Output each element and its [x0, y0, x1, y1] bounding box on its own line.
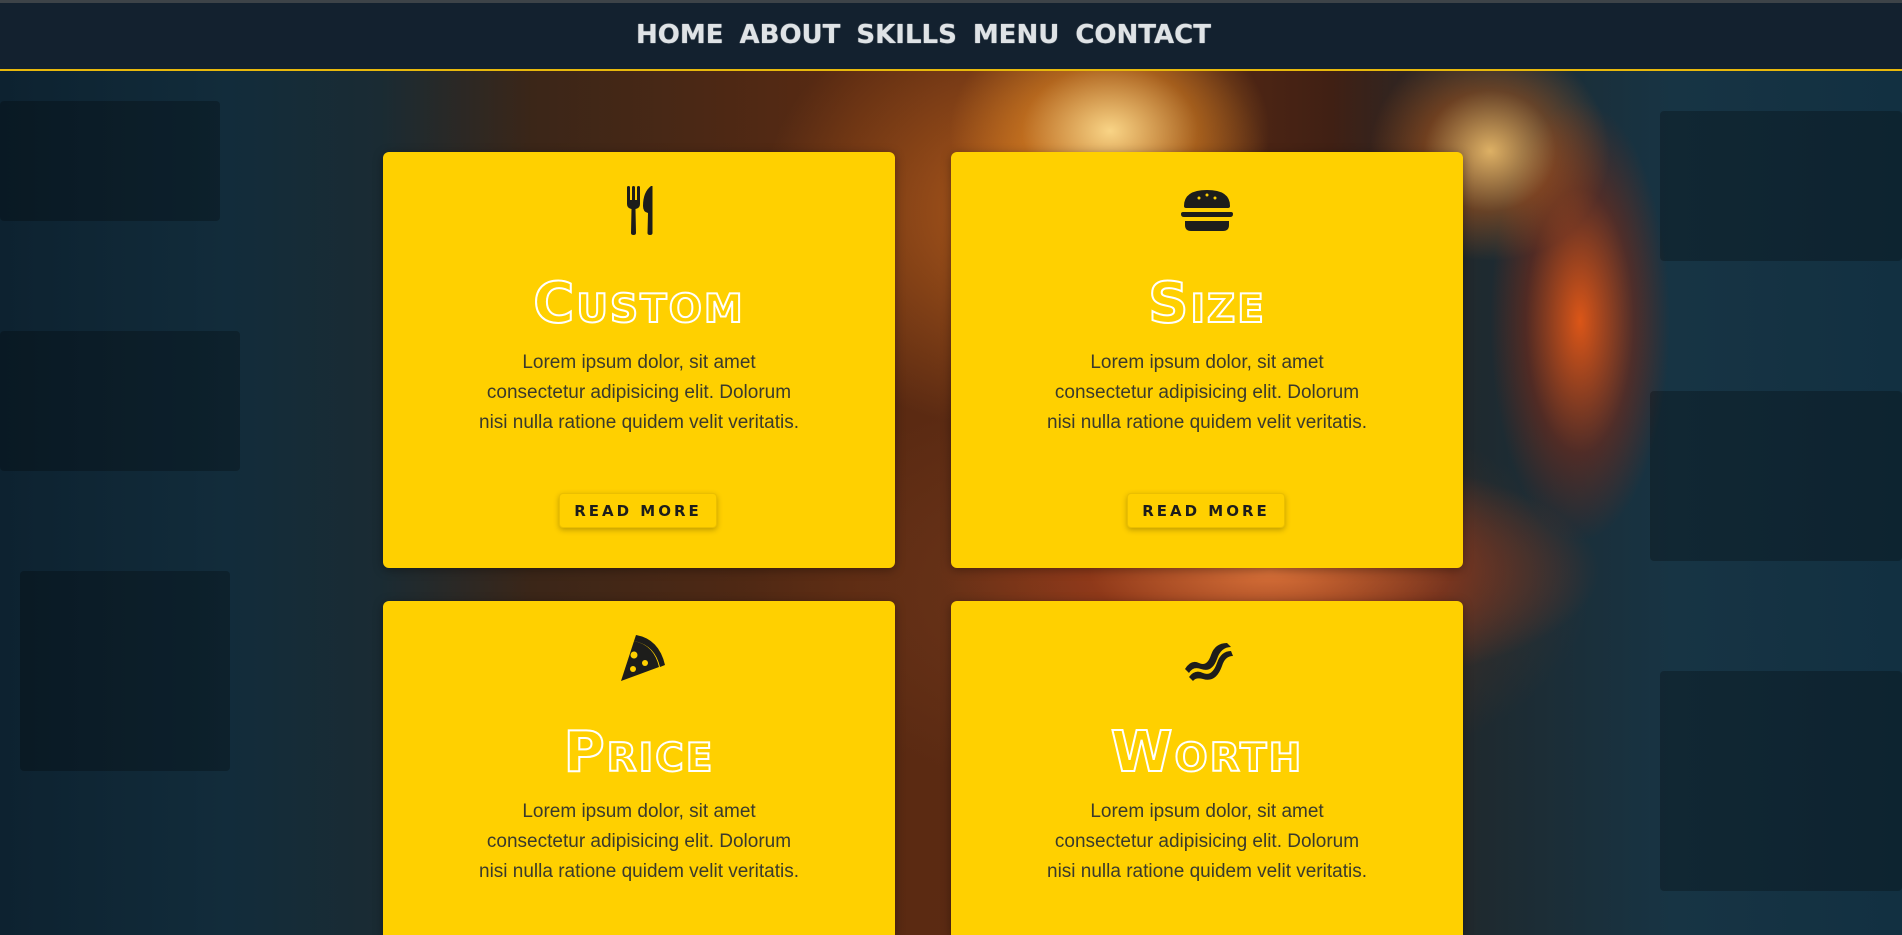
- nav-link-home[interactable]: HOME: [636, 20, 724, 50]
- card-title: Price: [563, 720, 715, 785]
- feature-card-custom: Custom Lorem ipsum dolor, sit amet conse…: [383, 152, 895, 568]
- nav-item-home: HOME: [636, 20, 724, 50]
- read-more-button[interactable]: READ MORE: [559, 493, 717, 528]
- hamburger-icon: [1177, 180, 1237, 240]
- oven-brick-decoration: [1660, 671, 1902, 891]
- oven-brick-decoration: [20, 571, 230, 771]
- card-title: Worth: [1110, 720, 1304, 785]
- nav-item-skills: SKILLS: [856, 20, 956, 50]
- bacon-icon: [1177, 629, 1237, 689]
- nav-link-skills[interactable]: SKILLS: [856, 20, 956, 50]
- nav-item-about: ABOUT: [740, 20, 841, 50]
- utensils-icon: [609, 180, 669, 240]
- pizza-slice-icon: [609, 629, 669, 689]
- nav-link-menu[interactable]: MENU: [973, 20, 1060, 50]
- card-title: Size: [1147, 271, 1266, 336]
- card-description: Lorem ipsum dolor, sit amet consectetur …: [1047, 801, 1367, 882]
- oven-brick-decoration: [1660, 111, 1902, 261]
- oven-brick-decoration: [1650, 391, 1902, 561]
- card-description: Lorem ipsum dolor, sit amet consectetur …: [479, 352, 799, 433]
- nav-item-menu: MENU: [973, 20, 1060, 50]
- feature-card-price: Price Lorem ipsum dolor, sit amet consec…: [383, 601, 895, 935]
- card-description: Lorem ipsum dolor, sit amet consectetur …: [1047, 352, 1367, 433]
- feature-card-size: Size Lorem ipsum dolor, sit amet consect…: [951, 152, 1463, 568]
- oven-brick-decoration: [0, 101, 220, 221]
- page: HOME ABOUT SKILLS MENU CONTACT Custom Lo…: [0, 0, 1902, 935]
- feature-card-worth: Worth Lorem ipsum dolor, sit amet consec…: [951, 601, 1463, 935]
- card-title: Custom: [532, 271, 745, 336]
- nav-link-about[interactable]: ABOUT: [740, 20, 841, 50]
- oven-brick-decoration: [0, 331, 240, 471]
- read-more-button[interactable]: READ MORE: [1127, 493, 1285, 528]
- nav-item-contact: CONTACT: [1075, 20, 1211, 50]
- nav-link-contact[interactable]: CONTACT: [1075, 20, 1211, 50]
- top-navbar: HOME ABOUT SKILLS MENU CONTACT: [0, 0, 1902, 71]
- nav-menu: HOME ABOUT SKILLS MENU CONTACT: [636, 20, 1211, 50]
- card-description: Lorem ipsum dolor, sit amet consectetur …: [479, 801, 799, 882]
